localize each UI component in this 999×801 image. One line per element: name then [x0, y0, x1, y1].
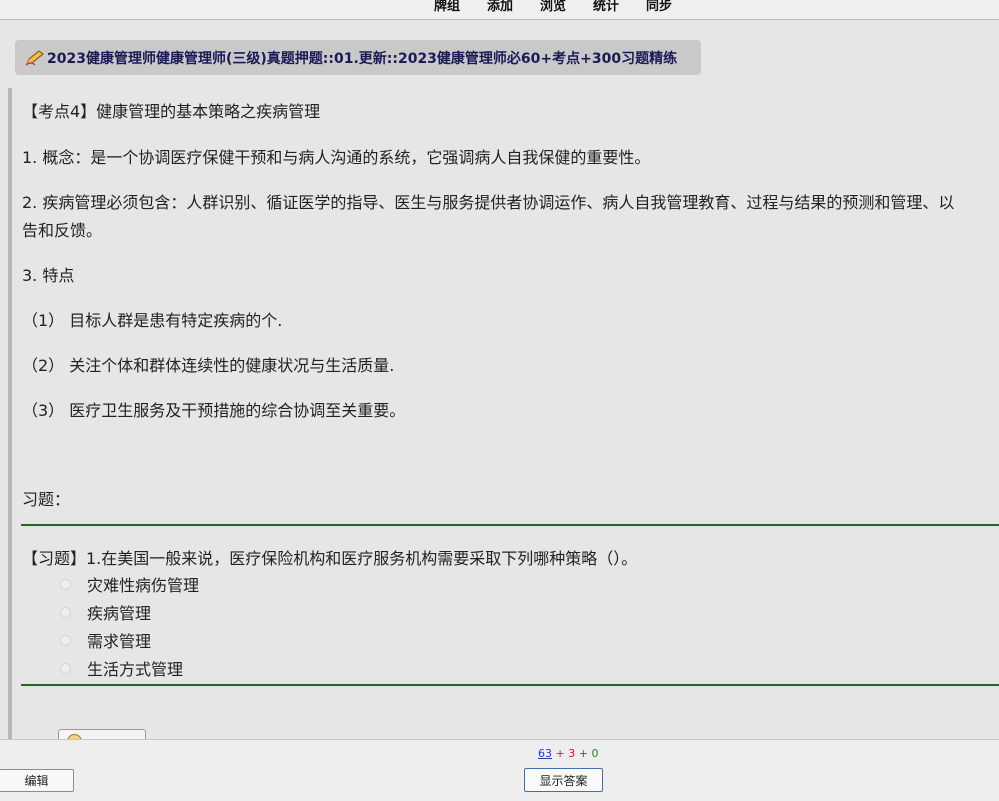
divider	[21, 684, 999, 686]
option-label: 灾难性病伤管理	[87, 576, 200, 595]
show-answer-button[interactable]: 显示答案	[524, 768, 603, 792]
divider	[21, 524, 999, 526]
pencil-icon	[25, 49, 44, 65]
due-counts: 63 + 3 + 0	[538, 747, 598, 760]
radio-button[interactable]	[60, 578, 71, 590]
new-count: 63	[538, 747, 552, 760]
deck-title: 2023健康管理师健康管理师(三级)真题押题::01.更新::2023健康管理师…	[47, 50, 678, 67]
nav-sync[interactable]: 同步	[646, 0, 672, 14]
bottom-bar: 编辑 63 + 3 + 0 显示答案	[0, 739, 999, 801]
nav-browse[interactable]: 浏览	[540, 0, 566, 14]
top-toolbar: 牌组 添加 浏览 统计 同步	[0, 0, 999, 20]
concept-text: 1. 概念：是一个协调医疗保健干预和与病人沟通的系统，它强调病人自我保健的重要性…	[22, 148, 651, 167]
deck-title-bar: 2023健康管理师健康管理师(三级)真题押题::01.更新::2023健康管理师…	[15, 40, 701, 75]
feature-item: （3） 医疗卫生服务及干预措施的综合协调至关重要。	[22, 401, 406, 420]
card-heading: 【考点4】健康管理的基本策略之疾病管理	[22, 102, 321, 121]
nav-stats[interactable]: 统计	[593, 0, 619, 14]
radio-button[interactable]	[60, 634, 71, 646]
answer-toggle-button[interactable]	[58, 729, 146, 739]
plus-sign: +	[578, 747, 588, 760]
radio-button[interactable]	[60, 662, 71, 674]
edit-button[interactable]: 编辑	[0, 769, 74, 792]
question-text: 【习题】1.在美国一般来说，医疗保险机构和医疗服务机构需要采取下列哪种策略（）。	[22, 549, 638, 568]
review-count: 0	[591, 747, 599, 760]
option-label: 生活方式管理	[87, 660, 184, 679]
nav-add[interactable]: 添加	[487, 0, 513, 14]
learning-count: 3	[568, 747, 576, 760]
option-label: 需求管理	[87, 632, 152, 651]
option-label: 疾病管理	[87, 604, 152, 623]
option-c[interactable]: 需求管理	[60, 628, 151, 652]
option-a[interactable]: 灾难性病伤管理	[60, 572, 199, 596]
card-view: 【考点4】健康管理的基本策略之疾病管理 1. 概念：是一个协调医疗保健干预和与病…	[8, 88, 999, 739]
features-heading: 3. 特点	[22, 266, 75, 285]
plus-sign: +	[555, 747, 565, 760]
feature-item: （1） 目标人群是患有特定疾病的个.	[22, 311, 283, 330]
option-d[interactable]: 生活方式管理	[60, 656, 183, 680]
requirement-text-line1: 2. 疾病管理必须包含：人群识别、循证医学的指导、医生与服务提供者协调运作、病人…	[22, 193, 955, 212]
feature-item: （2） 关注个体和群体连续性的健康状况与生活质量.	[22, 356, 395, 375]
option-b[interactable]: 疾病管理	[60, 600, 151, 624]
radio-button[interactable]	[60, 606, 71, 618]
nav-decks[interactable]: 牌组	[434, 0, 460, 14]
requirement-text-line2: 告和反馈。	[22, 221, 103, 240]
exercise-label: 习题：	[22, 490, 71, 509]
